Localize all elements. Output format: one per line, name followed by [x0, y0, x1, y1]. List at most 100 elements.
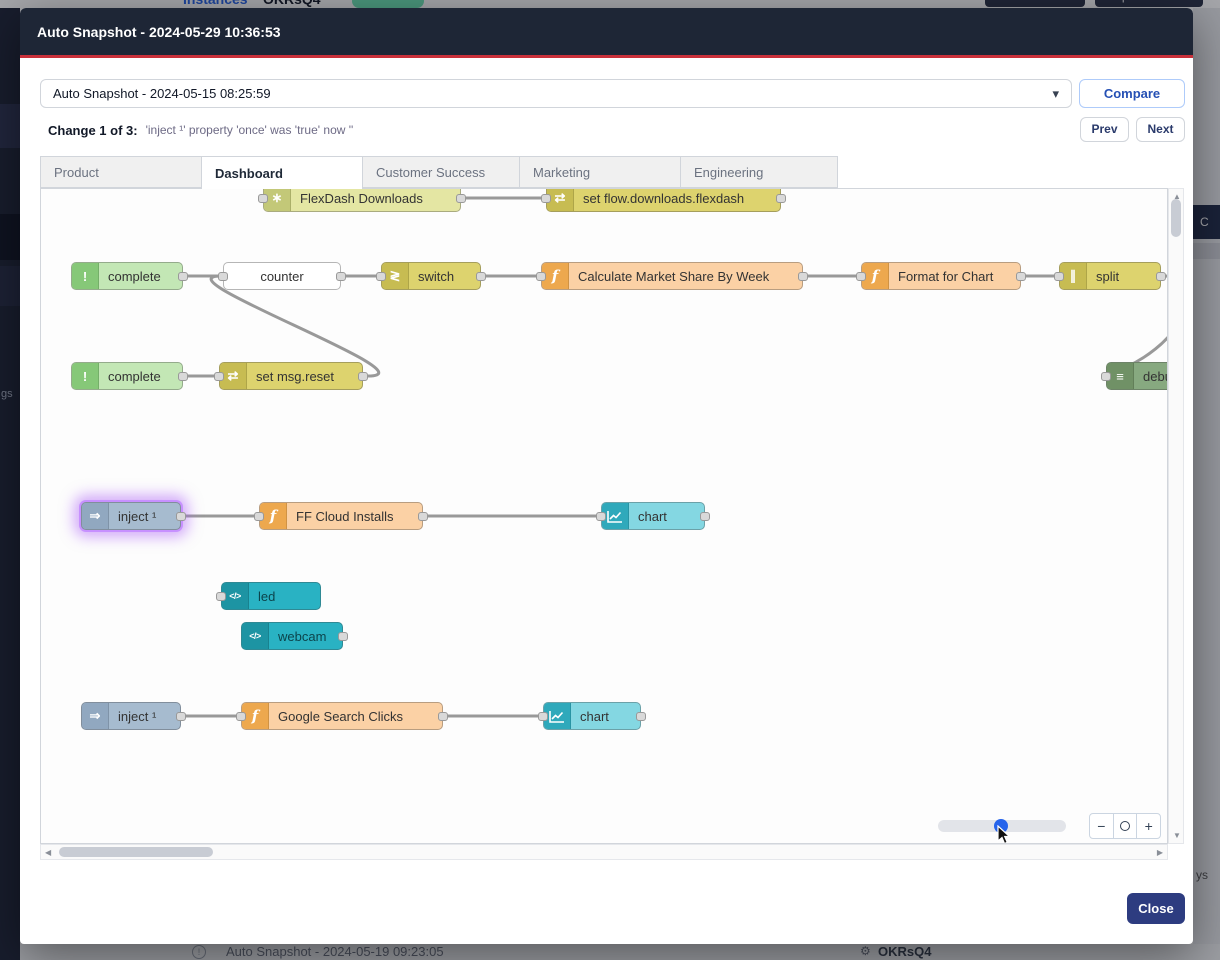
vertical-scrollbar-thumb[interactable]: [1171, 199, 1181, 237]
port-left[interactable]: [536, 272, 546, 281]
node-label: set flow.downloads.flexdash: [574, 191, 754, 206]
snapshot-select[interactable]: Auto Snapshot - 2024-05-15 08:25:59 ▾: [40, 79, 1072, 108]
node-debug[interactable]: ≡ debug: [1106, 362, 1168, 390]
scroll-down-icon[interactable]: ▼: [1173, 831, 1181, 840]
node-label: Format for Chart: [889, 269, 1003, 284]
node-webcam[interactable]: </> webcam: [241, 622, 343, 650]
node-google-search-clicks[interactable]: f Google Search Clicks: [241, 702, 443, 730]
node-inject-2[interactable]: ⇒ inject ¹: [81, 702, 181, 730]
port-right[interactable]: [776, 194, 786, 203]
node-ff-cloud-installs[interactable]: f FF Cloud Installs: [259, 502, 423, 530]
next-button[interactable]: Next: [1136, 117, 1185, 142]
close-button[interactable]: Close: [1127, 893, 1185, 924]
scroll-right-icon[interactable]: ▶: [1157, 848, 1163, 857]
tab-customer-success[interactable]: Customer Success: [362, 156, 520, 188]
node-split[interactable]: ∥ split: [1059, 262, 1161, 290]
flow-canvas[interactable]: ∗ FlexDash Downloads ⇄ set flow.download…: [40, 188, 1168, 844]
node-label: inject ¹: [109, 709, 166, 724]
horizontal-scrollbar-thumb[interactable]: [59, 847, 213, 857]
scroll-left-icon[interactable]: ◀: [45, 848, 51, 857]
change-summary: Change 1 of 3: 'inject ¹' property 'once…: [48, 120, 353, 140]
port-right[interactable]: [438, 712, 448, 721]
tab-marketing[interactable]: Marketing: [519, 156, 681, 188]
port-left[interactable]: [214, 372, 224, 381]
tab-dashboard[interactable]: Dashboard: [201, 156, 363, 189]
node-label: chart: [629, 509, 677, 524]
node-label: Google Search Clicks: [269, 709, 413, 724]
port-right[interactable]: [358, 372, 368, 381]
port-left[interactable]: [1054, 272, 1064, 281]
port-left[interactable]: [258, 194, 268, 203]
node-label: counter: [224, 269, 340, 284]
port-left[interactable]: [856, 272, 866, 281]
port-left[interactable]: [538, 712, 548, 721]
port-left[interactable]: [376, 272, 386, 281]
snapshot-select-value: Auto Snapshot - 2024-05-15 08:25:59: [53, 86, 271, 101]
port-right[interactable]: [178, 372, 188, 381]
port-right[interactable]: [338, 632, 348, 641]
inject-icon: ⇒: [82, 703, 109, 729]
flexdash-icon: ∗: [264, 188, 291, 211]
node-format-for-chart[interactable]: f Format for Chart: [861, 262, 1021, 290]
node-set-msg-reset[interactable]: ⇄ set msg.reset: [219, 362, 363, 390]
change-icon: ⇄: [220, 363, 247, 389]
node-led[interactable]: </> led: [221, 582, 321, 610]
zoom-in-button[interactable]: +: [1137, 814, 1160, 838]
node-calculate-market-share[interactable]: f Calculate Market Share By Week: [541, 262, 803, 290]
port-right[interactable]: [1156, 272, 1166, 281]
port-left[interactable]: [218, 272, 228, 281]
port-right[interactable]: [176, 712, 186, 721]
port-right[interactable]: [418, 512, 428, 521]
port-right[interactable]: [456, 194, 466, 203]
port-right[interactable]: [636, 712, 646, 721]
mouse-cursor: [997, 825, 1013, 844]
node-chart-2[interactable]: chart: [543, 702, 641, 730]
snapshot-compare-modal: Auto Snapshot - 2024-05-29 10:36:53 Auto…: [20, 8, 1193, 944]
flow-tabs: Product Dashboard Customer Success Marke…: [40, 156, 838, 188]
port-right[interactable]: [798, 272, 808, 281]
modal-header: Auto Snapshot - 2024-05-29 10:36:53: [20, 8, 1193, 58]
port-right[interactable]: [176, 512, 186, 521]
port-right[interactable]: [178, 272, 188, 281]
chart-icon: [602, 503, 629, 529]
modal-title: Auto Snapshot - 2024-05-29 10:36:53: [20, 24, 281, 40]
tab-engineering[interactable]: Engineering: [680, 156, 838, 188]
node-flexdash-downloads[interactable]: ∗ FlexDash Downloads: [263, 188, 461, 212]
port-right[interactable]: [476, 272, 486, 281]
port-right[interactable]: [1016, 272, 1026, 281]
node-label: inject ¹: [109, 509, 166, 524]
port-right[interactable]: [700, 512, 710, 521]
node-set-flow-downloads[interactable]: ⇄ set flow.downloads.flexdash: [546, 188, 781, 212]
switch-icon: ≷: [382, 263, 409, 289]
node-switch[interactable]: ≷ switch: [381, 262, 481, 290]
zoom-out-button[interactable]: −: [1090, 814, 1114, 838]
port-left[interactable]: [254, 512, 264, 521]
function-icon: f: [542, 263, 569, 289]
chart-icon: [544, 703, 571, 729]
debug-icon: ≡: [1107, 363, 1134, 389]
port-left[interactable]: [236, 712, 246, 721]
node-chart-1[interactable]: chart: [601, 502, 705, 530]
horizontal-scrollbar[interactable]: ◀ ▶: [40, 844, 1168, 860]
port-left[interactable]: [216, 592, 226, 601]
node-counter[interactable]: counter: [223, 262, 341, 290]
node-inject-1-highlighted[interactable]: ⇒ inject ¹: [81, 502, 181, 530]
prev-button[interactable]: Prev: [1080, 117, 1129, 142]
node-complete-1[interactable]: ! complete: [71, 262, 183, 290]
port-left[interactable]: [541, 194, 551, 203]
port-left[interactable]: [596, 512, 606, 521]
port-right[interactable]: [336, 272, 346, 281]
node-label: set msg.reset: [247, 369, 344, 384]
zoom-reset-button[interactable]: [1114, 814, 1138, 838]
code-icon: </>: [222, 583, 249, 609]
node-complete-2[interactable]: ! complete: [71, 362, 183, 390]
tab-product[interactable]: Product: [40, 156, 202, 188]
compare-button[interactable]: Compare: [1079, 79, 1185, 108]
port-left[interactable]: [1101, 372, 1111, 381]
code-icon: </>: [242, 623, 269, 649]
node-label: Calculate Market Share By Week: [569, 269, 779, 284]
vertical-scrollbar[interactable]: ▲ ▼: [1168, 188, 1184, 844]
node-label: chart: [571, 709, 619, 724]
complete-icon: !: [72, 263, 99, 289]
node-label: complete: [99, 369, 171, 384]
